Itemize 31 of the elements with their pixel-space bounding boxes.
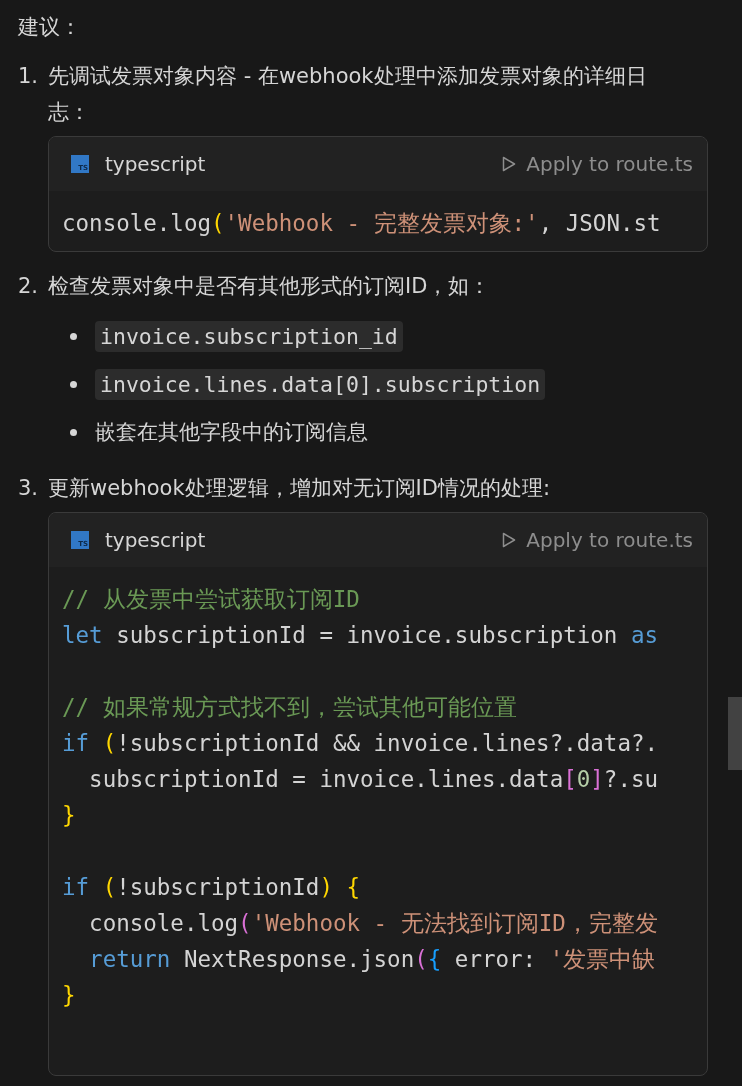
code-line: return NextResponse.json({ error: '发票中缺 <box>88 945 656 974</box>
language-label: typescript <box>105 152 206 176</box>
code-line: console.log('Webhook - 完整发票对象:', JSON.st <box>62 209 661 238</box>
code-line: // 如果常规方式找不到，尝试其他可能位置 <box>62 693 517 722</box>
step-text: 先调试发票对象内容 - 在webhook处理中添加发票对象的详细日志： <box>48 63 648 126</box>
code-line: subscriptionId = invoice.lines.data[0]?.su <box>88 765 659 794</box>
step-number: 3. <box>18 475 40 502</box>
play-icon <box>502 532 517 548</box>
bullet-text: 嵌套在其他字段中的订阅信息 <box>95 419 368 446</box>
inline-code: invoice.lines.data[0].subscription <box>95 368 546 400</box>
apply-button[interactable]: Apply to route.ts <box>502 152 693 176</box>
section-heading: 建议： <box>18 14 81 41</box>
inline-code: invoice.subscription_id <box>95 320 403 352</box>
scrollbar-thumb[interactable] <box>728 697 742 770</box>
apply-button[interactable]: Apply to route.ts <box>502 528 693 552</box>
code-line: // 从发票中尝试获取订阅ID <box>62 585 360 614</box>
step-text: 检查发票对象中是否有其他形式的订阅ID，如： <box>48 273 491 300</box>
step-text: 更新webhook处理逻辑，增加对无订阅ID情况的处理: <box>48 475 551 502</box>
bullet-dot <box>70 380 77 388</box>
code-line: } <box>62 801 76 830</box>
code-line: } <box>62 981 76 1010</box>
bullet-dot <box>70 428 77 436</box>
code-line: if (!subscriptionId) { <box>62 873 361 902</box>
code-line: console.log('Webhook - 无法找到订阅ID，完整发 <box>88 909 658 938</box>
step-number: 1. <box>18 63 40 90</box>
code-line: if (!subscriptionId && invoice.lines?.data?. <box>62 729 659 758</box>
step-number: 2. <box>18 273 40 300</box>
bullet-dot <box>70 332 77 340</box>
language-label: typescript <box>105 528 206 552</box>
play-icon <box>502 156 517 172</box>
code-line: let subscriptionId = invoice.subscription as <box>62 621 659 650</box>
